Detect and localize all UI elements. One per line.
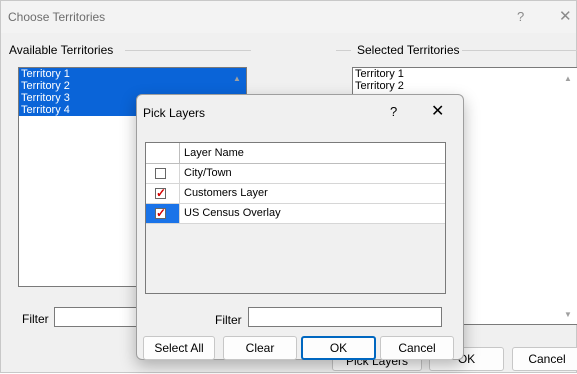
close-icon[interactable]: ✕ xyxy=(431,101,444,121)
group-divider xyxy=(458,50,577,51)
pick-layers-title: Pick Layers xyxy=(143,106,206,120)
checkbox-checked-icon[interactable]: ✓ xyxy=(155,187,166,199)
list-item[interactable]: Territory 1 xyxy=(19,68,246,80)
select-all-button[interactable]: Select All xyxy=(143,336,215,360)
layer-name-cell: US Census Overlay xyxy=(179,204,446,223)
close-icon[interactable]: ✕ xyxy=(559,7,572,25)
layers-filter-input[interactable] xyxy=(248,307,442,327)
table-row[interactable]: ✓ Customers Layer xyxy=(146,184,445,204)
cancel-button[interactable]: Cancel xyxy=(380,336,454,360)
layers-filter-label: Filter xyxy=(215,313,242,327)
available-filter-label: Filter xyxy=(22,312,49,326)
scroll-up-icon[interactable]: ▲ xyxy=(564,74,572,83)
help-icon[interactable]: ? xyxy=(390,104,397,119)
row-gutter: ✓ xyxy=(146,184,179,203)
list-item[interactable]: Territory 2 xyxy=(353,80,577,92)
list-item[interactable]: Territory 1 xyxy=(353,68,577,80)
available-territories-label: Available Territories xyxy=(7,43,116,57)
group-divider xyxy=(336,50,351,51)
row-gutter xyxy=(146,164,179,183)
ok-button[interactable]: OK xyxy=(301,336,376,360)
group-divider xyxy=(125,50,251,51)
selected-territories-label: Selected Territories xyxy=(355,43,462,57)
pick-layers-dialog: Pick Layers ? ✕ Layer Name City/Town ✓ C… xyxy=(136,94,464,360)
clear-button[interactable]: Clear xyxy=(223,336,297,360)
help-icon[interactable]: ? xyxy=(517,9,524,24)
checkbox-unchecked-icon[interactable] xyxy=(155,168,166,179)
scroll-up-icon[interactable]: ▲ xyxy=(233,74,241,83)
cancel-button[interactable]: Cancel xyxy=(512,347,577,371)
layers-grid[interactable]: Layer Name City/Town ✓ Customers Layer ✓… xyxy=(145,142,446,294)
list-item[interactable]: Territory 2 xyxy=(19,80,246,92)
row-gutter-selected: ✓ xyxy=(146,204,179,223)
column-header-layer-name[interactable]: Layer Name xyxy=(179,143,446,163)
title-bar: Choose Territories ? ✕ xyxy=(1,1,576,33)
grid-header: Layer Name xyxy=(146,143,445,164)
window-title: Choose Territories xyxy=(8,10,106,24)
available-filter-input[interactable] xyxy=(54,307,144,327)
layer-name-cell: City/Town xyxy=(179,164,446,183)
table-row[interactable]: ✓ US Census Overlay xyxy=(146,204,445,224)
scroll-down-icon[interactable]: ▼ xyxy=(564,310,572,319)
table-row[interactable]: City/Town xyxy=(146,164,445,184)
checkbox-checked-icon[interactable]: ✓ xyxy=(155,207,166,219)
layer-name-cell: Customers Layer xyxy=(179,184,446,203)
